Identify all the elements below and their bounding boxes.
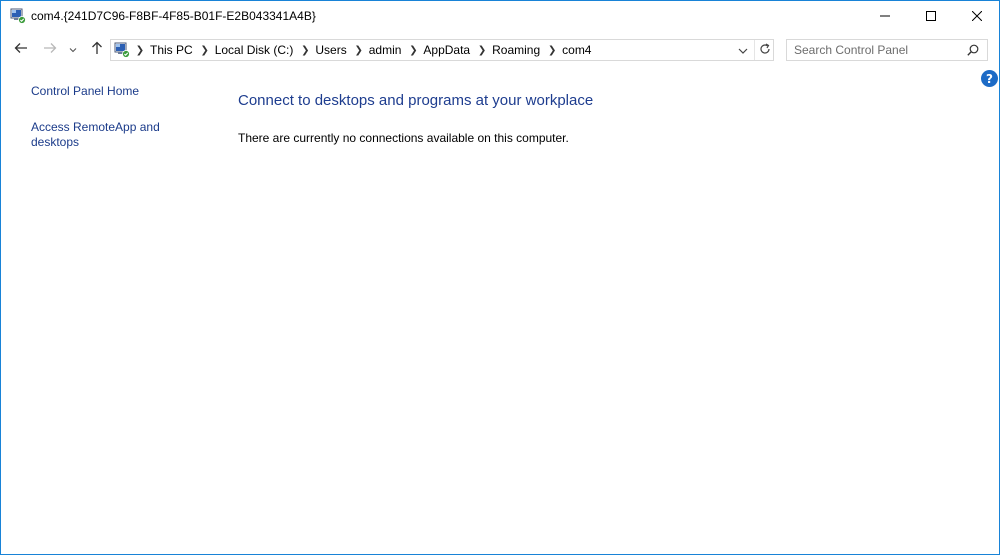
refresh-button[interactable] — [754, 40, 774, 60]
explorer-window: com4.{241D7C96-F8BF-4F85-B01F-E2B043341A… — [0, 0, 1000, 555]
control-panel-home-link[interactable]: Control Panel Home — [31, 84, 139, 99]
remoteapp-folder-icon — [10, 8, 26, 24]
breadcrumb-appdata[interactable]: AppData — [420, 43, 475, 57]
close-button[interactable] — [954, 1, 1000, 32]
chevron-right-icon: ❯ — [547, 44, 557, 56]
search-input[interactable] — [787, 40, 962, 60]
help-icon: ? — [986, 71, 993, 86]
navigation-bar: ❯ This PC ❯ Local Disk (C:) ❯ Users ❯ ad… — [1, 32, 999, 67]
maximize-button[interactable] — [908, 1, 954, 32]
chevron-right-icon: ❯ — [135, 44, 145, 56]
forward-button[interactable] — [39, 38, 61, 60]
chevron-right-icon: ❯ — [301, 44, 310, 56]
remoteapp-folder-icon — [114, 42, 130, 58]
refresh-icon — [759, 42, 771, 58]
address-bar[interactable]: ❯ This PC ❯ Local Disk (C:) ❯ Users ❯ ad… — [110, 39, 774, 61]
minimize-button[interactable] — [862, 1, 908, 32]
chevron-right-icon: ❯ — [477, 44, 487, 56]
breadcrumb-com4[interactable]: com4 — [559, 43, 596, 57]
title-bar: com4.{241D7C96-F8BF-4F85-B01F-E2B043341A… — [1, 1, 999, 32]
breadcrumb-admin[interactable]: admin — [366, 43, 407, 57]
arrow-right-icon — [43, 42, 57, 57]
breadcrumb-roaming[interactable]: Roaming — [489, 43, 545, 57]
breadcrumb: ❯ This PC ❯ Local Disk (C:) ❯ Users ❯ ad… — [133, 40, 596, 60]
breadcrumb-local-disk[interactable]: Local Disk (C:) — [212, 43, 299, 57]
search-icon[interactable] — [965, 42, 981, 58]
chevron-down-icon — [69, 42, 77, 56]
address-history-button[interactable] — [734, 40, 752, 60]
chevron-down-icon — [738, 43, 748, 57]
close-icon — [971, 10, 983, 24]
breadcrumb-users[interactable]: Users — [312, 43, 351, 57]
breadcrumb-this-pc[interactable]: This PC — [147, 43, 198, 57]
minimize-icon — [880, 10, 890, 24]
arrow-up-icon — [91, 41, 103, 58]
search-box — [786, 39, 988, 61]
up-button[interactable] — [86, 38, 108, 60]
arrow-left-icon — [14, 42, 28, 57]
back-button[interactable] — [10, 38, 32, 60]
window-title: com4.{241D7C96-F8BF-4F85-B01F-E2B043341A… — [31, 9, 316, 23]
status-message: There are currently no connections avail… — [238, 131, 569, 145]
chevron-right-icon: ❯ — [200, 44, 209, 56]
page-title: Connect to desktops and programs at your… — [238, 92, 594, 109]
access-remoteapp-link[interactable]: Access RemoteApp and desktops — [31, 120, 181, 150]
recent-locations-button[interactable] — [65, 38, 81, 60]
help-button[interactable]: ? — [981, 70, 998, 87]
chevron-right-icon: ❯ — [354, 44, 363, 56]
maximize-icon — [926, 10, 936, 24]
chevron-right-icon: ❯ — [409, 44, 418, 56]
